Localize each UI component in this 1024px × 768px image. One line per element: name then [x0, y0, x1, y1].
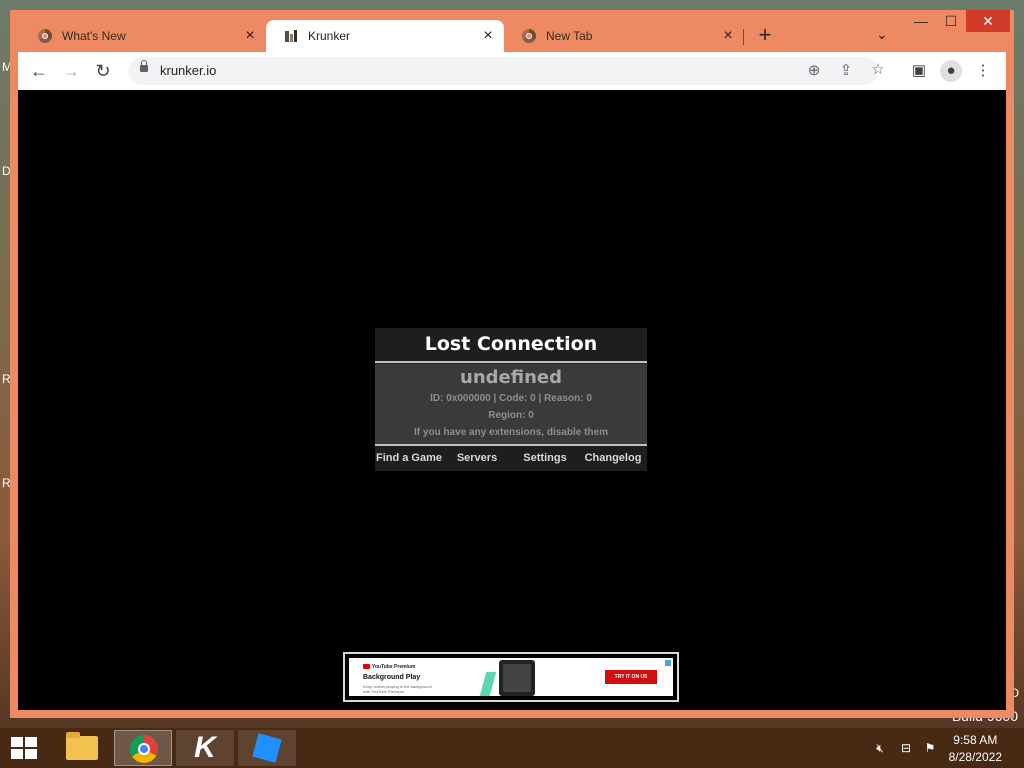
krunker-favicon-icon: [284, 29, 298, 43]
taskbar-krunker[interactable]: K: [176, 730, 234, 766]
action-center-flag-icon[interactable]: ⚑: [922, 740, 938, 756]
lost-connection-dialog: Lost Connection undefined ID: 0x000000 |…: [375, 328, 647, 471]
system-clock[interactable]: 9:58 AM 8/28/2022: [949, 732, 1002, 766]
taskbar-chrome[interactable]: [114, 730, 172, 766]
taskbar: K 🔇︎ ⊟ ⚑ 9:58 AM 8/28/2022: [0, 728, 1024, 768]
ad-banner[interactable]: YouTube Premium Background Play Keep vid…: [343, 652, 679, 702]
network-icon[interactable]: ⊟: [898, 740, 914, 756]
tab-new-tab[interactable]: New Tab ×: [504, 20, 744, 52]
url-text[interactable]: krunker.io: [160, 63, 216, 78]
tab-separator: [743, 29, 744, 45]
roblox-icon: [252, 733, 282, 763]
chrome-favicon-icon: [38, 29, 52, 43]
folder-icon: [66, 732, 98, 760]
address-bar[interactable]: krunker.io ⊕ ⇪ ☆: [128, 57, 885, 85]
maximize-button[interactable]: ☐: [936, 10, 966, 32]
divider: [375, 361, 647, 363]
dialog-body: undefined ID: 0x000000 | Code: 0 | Reaso…: [375, 364, 647, 444]
new-tab-button[interactable]: +: [754, 24, 776, 47]
clock-time: 9:58 AM: [953, 733, 998, 747]
ad-graphic: [479, 672, 497, 696]
krunker-app-icon: K: [194, 731, 216, 764]
reload-button[interactable]: ↻: [92, 60, 114, 82]
volume-muted-icon[interactable]: 🔇︎: [872, 740, 888, 756]
start-button[interactable]: [11, 737, 37, 759]
profile-avatar-icon[interactable]: ●: [940, 60, 962, 82]
ad-brand: YouTube Premium: [363, 664, 415, 670]
settings-button[interactable]: Settings: [511, 446, 579, 471]
dialog-title: Lost Connection: [375, 328, 647, 361]
adchoices-icon[interactable]: [665, 660, 671, 666]
tab-whats-new[interactable]: What's New ×: [20, 20, 266, 52]
ad-cta-button[interactable]: TRY IT ON US: [605, 670, 657, 684]
ad-subtext: Keep videos playing in the background wi…: [363, 684, 432, 694]
tab-title: New Tab: [546, 29, 593, 43]
ad-headline: Background Play: [363, 674, 421, 681]
region-label: Region: 0: [488, 410, 534, 421]
tab-title: What's New: [62, 29, 126, 43]
close-tab-icon[interactable]: ×: [720, 28, 736, 44]
zoom-icon[interactable]: ⊕: [804, 61, 824, 81]
extension-hint: If you have any extensions, disable them: [414, 427, 608, 438]
servers-button[interactable]: Servers: [443, 446, 511, 471]
tab-strip: What's New × Krunker × New Tab × + ⌄ — ☐…: [10, 10, 1014, 52]
menu-kebab-icon[interactable]: ⋮: [972, 60, 994, 82]
taskbar-file-explorer[interactable]: [52, 730, 110, 766]
clock-date: 8/28/2022: [948, 750, 1002, 764]
tab-krunker[interactable]: Krunker ×: [266, 20, 504, 52]
find-game-button[interactable]: Find a Game: [375, 446, 443, 471]
error-message: undefined: [460, 367, 562, 388]
lock-icon[interactable]: [140, 60, 148, 72]
window-close-button[interactable]: ✕: [966, 10, 1010, 32]
share-icon[interactable]: ⇪: [836, 61, 856, 81]
taskbar-roblox[interactable]: [238, 730, 296, 766]
ad-phone-image: [499, 660, 535, 696]
forward-button[interactable]: →: [60, 60, 82, 82]
browser-toolbar: ← → ↻ krunker.io ⊕ ⇪ ☆ ▣ ● ⋮: [18, 52, 1006, 90]
ad-content[interactable]: YouTube Premium Background Play Keep vid…: [349, 658, 673, 696]
minimize-button[interactable]: —: [906, 10, 936, 32]
close-tab-icon[interactable]: ×: [480, 28, 496, 44]
side-panel-icon[interactable]: ▣: [908, 60, 930, 82]
changelog-button[interactable]: Changelog: [579, 446, 647, 471]
chrome-favicon-icon: [522, 29, 536, 43]
close-tab-icon[interactable]: ×: [242, 28, 258, 44]
tab-search-icon[interactable]: ⌄: [876, 26, 888, 43]
bookmark-star-icon[interactable]: ☆: [868, 60, 888, 80]
chrome-icon: [130, 735, 158, 763]
back-button[interactable]: ←: [28, 60, 50, 82]
dialog-actions: Find a Game Servers Settings Changelog: [375, 446, 647, 471]
error-details: ID: 0x000000 | Code: 0 | Reason: 0: [430, 393, 592, 404]
tab-title: Krunker: [308, 29, 351, 43]
